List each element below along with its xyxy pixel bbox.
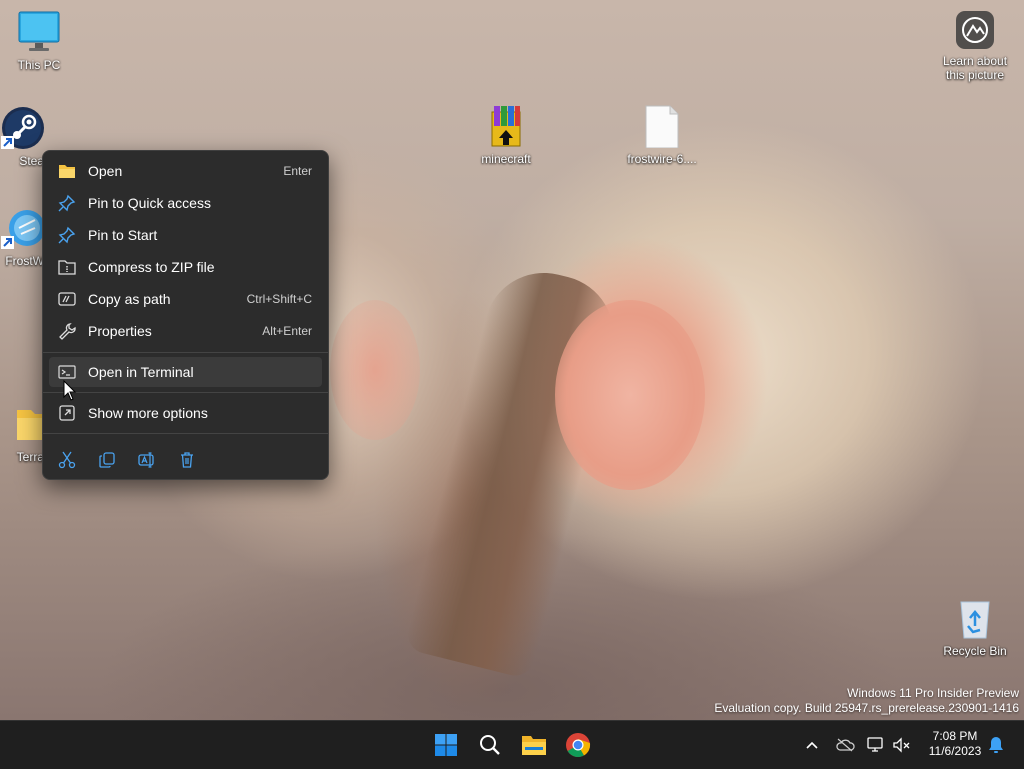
evaluation-watermark: Windows 11 Pro Insider Preview Evaluatio… (714, 686, 1019, 716)
bell-icon[interactable] (986, 735, 1006, 755)
desktop-icon-label: Recycle Bin (943, 644, 1007, 658)
zip-icon (58, 258, 76, 276)
volume-muted-icon[interactable] (892, 735, 912, 755)
chrome-icon[interactable] (562, 729, 594, 761)
pin-icon (58, 194, 76, 212)
menu-item-compress-zip[interactable]: Compress to ZIP file (49, 252, 322, 282)
search-icon[interactable] (474, 729, 506, 761)
desktop-icon-frostwire[interactable]: FrostW (0, 206, 46, 268)
menu-item-shortcut: Enter (283, 164, 312, 178)
wallpaper-detail (330, 300, 420, 440)
menu-item-label: Pin to Quick access (88, 195, 211, 211)
network-icon[interactable] (866, 735, 886, 755)
delete-icon[interactable] (174, 447, 200, 473)
menu-item-pin-quick-access[interactable]: Pin to Quick access (49, 188, 322, 218)
menu-item-label: Compress to ZIP file (88, 259, 215, 275)
desktop-icon-steam[interactable]: Stea (0, 106, 46, 168)
clock-time: 7:08 PM (932, 729, 978, 743)
desktop-icon-this-pc[interactable]: This PC (1, 10, 77, 72)
menu-item-open-in-terminal[interactable]: Open in Terminal (49, 357, 322, 387)
cut-icon[interactable] (54, 447, 80, 473)
menu-divider (43, 392, 328, 393)
clock-date: 11/6/2023 (928, 744, 982, 758)
menu-item-shortcut: Ctrl+Shift+C (246, 292, 312, 306)
desktop-icon-minecraft[interactable]: minecraft (468, 104, 544, 166)
desktop-icon-label: FrostW (5, 254, 44, 268)
desktop-icon-label: Learn about this picture (942, 54, 1008, 82)
wallpaper-detail (555, 300, 705, 490)
menu-item-label: Open (88, 163, 123, 179)
recycle-bin-icon (953, 596, 997, 640)
menu-item-properties[interactable]: Properties Alt+Enter (49, 316, 322, 346)
copy-icon[interactable] (94, 447, 120, 473)
menu-item-label: Pin to Start (88, 227, 158, 243)
desktop-icon-recycle-bin[interactable]: Recycle Bin (937, 596, 1013, 658)
blank-file-icon (640, 104, 684, 149)
terminal-icon (58, 363, 76, 381)
steam-icon (1, 106, 45, 150)
monitor-icon (17, 10, 61, 54)
desktop-icon-label: minecraft (481, 152, 531, 166)
camera-info-icon (955, 10, 995, 50)
watermark-line: Evaluation copy. Build 25947.rs_prerelea… (714, 701, 1019, 715)
learn-about-picture[interactable]: Learn about this picture (934, 10, 1016, 82)
chevron-up-icon[interactable] (802, 735, 822, 755)
mouse-cursor-icon (63, 379, 77, 407)
desktop-icon-frostwire-file[interactable]: frostwire-6.... (624, 104, 700, 166)
system-clock[interactable]: 7:08 PM 11/6/2023 (920, 729, 990, 759)
menu-item-label: Properties (88, 323, 152, 339)
copy-path-icon (58, 290, 76, 308)
desktop-icon-terra[interactable]: Terra (0, 402, 46, 464)
frostwire-icon (1, 206, 45, 250)
rename-icon[interactable] (134, 447, 160, 473)
watermark-line: Windows 11 Pro Insider Preview (847, 686, 1019, 700)
winrar-archive-icon (484, 104, 528, 148)
menu-item-label: Show more options (88, 405, 208, 421)
wrench-icon (58, 322, 76, 340)
onedrive-icon[interactable] (835, 735, 855, 755)
context-menu: Open Enter Pin to Quick access Pin to St… (42, 150, 329, 480)
desktop-icon-label: Terra (16, 450, 44, 464)
menu-item-show-more-options[interactable]: Show more options (49, 398, 322, 428)
pin-icon (58, 226, 76, 244)
desktop-icon-label: This PC (17, 58, 61, 72)
start-icon[interactable] (430, 729, 462, 761)
menu-item-pin-start[interactable]: Pin to Start (49, 220, 322, 250)
menu-item-open[interactable]: Open Enter (49, 156, 322, 186)
menu-item-label: Copy as path (88, 291, 171, 307)
desktop-icon-label: Stea (19, 154, 44, 168)
menu-item-copy-as-path[interactable]: Copy as path Ctrl+Shift+C (49, 284, 322, 314)
taskbar: 7:08 PM 11/6/2023 (0, 720, 1024, 769)
desktop-icon-label: frostwire-6.... (627, 152, 697, 166)
file-explorer-icon[interactable] (518, 729, 550, 761)
menu-item-shortcut: Alt+Enter (262, 324, 312, 338)
menu-divider (43, 352, 328, 353)
folder-icon (58, 162, 76, 180)
menu-divider (43, 433, 328, 434)
menu-item-label: Open in Terminal (88, 364, 194, 380)
folder-icon (1, 402, 45, 446)
